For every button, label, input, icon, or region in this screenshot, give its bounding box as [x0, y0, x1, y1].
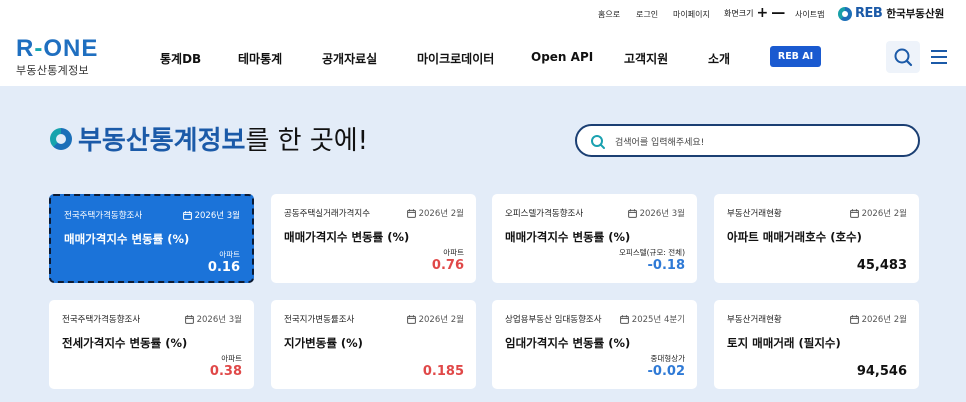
reb-logo-text: REB: [855, 6, 883, 21]
card-date-text: 2026년 2월: [861, 315, 907, 325]
card-date: 2026년 2월: [406, 207, 464, 219]
card-subcategory: 오피스텔(규모: 전체): [619, 248, 685, 257]
stat-card[interactable]: 부동산거래현황 2026년 2월토지 매매거래 (필지수) 94,546: [714, 300, 919, 389]
main-search-input[interactable]: 검색어를 입력해주세요!: [575, 124, 920, 157]
brand-swirl-icon: [50, 127, 72, 150]
main-header: R-ONE 부동산통계정보 통계DB 테마통계 공개자료실 마이크로데이터 Op…: [0, 28, 966, 86]
card-value: 94,546: [856, 364, 907, 379]
card-source: 공동주택실거래가격지수: [284, 209, 371, 219]
calendar-icon: [184, 314, 194, 324]
zoom-in-button[interactable]: +: [756, 6, 768, 20]
stat-card[interactable]: 부동산거래현황 2026년 2월아파트 매매거래호수 (호수) 45,483: [714, 194, 919, 283]
utility-bar: 홈으로 로그인 마이페이지 화면크기 + — 사이트맵 REB 한국부동산원: [0, 0, 966, 28]
card-title: 전세가격지수 변동률 (%): [62, 336, 188, 350]
stat-card[interactable]: 전국지가변동률조사 2026년 2월지가변동률 (%) 0.185: [271, 300, 476, 389]
card-title: 매매가격지수 변동률 (%): [284, 230, 410, 244]
nav-item-microdata[interactable]: 마이크로데이터: [417, 50, 494, 67]
card-value: 0.16: [207, 260, 240, 275]
calendar-icon: [406, 314, 416, 324]
card-value: 45,483: [856, 258, 907, 273]
nav-item-statsdb[interactable]: 통계DB: [160, 50, 201, 67]
card-source: 부동산거래현황: [727, 315, 782, 325]
hero-title-rest: 를 한 곳에!: [245, 126, 369, 156]
card-source: 전국주택가격동향조사: [64, 211, 143, 221]
nav-item-about[interactable]: 소개: [708, 50, 730, 67]
card-title: 지가변동률 (%): [284, 336, 363, 350]
card-title: 매매가격지수 변동률 (%): [64, 232, 190, 246]
card-subcategory: 아파트: [221, 354, 242, 363]
card-value: 0.76: [431, 258, 464, 273]
card-date-text: 2026년 2월: [861, 209, 907, 219]
nav-item-open-api[interactable]: Open API: [531, 50, 593, 64]
card-date: 2026년 2월: [406, 313, 464, 325]
stat-card[interactable]: 전국주택가격동향조사 2026년 3월전세가격지수 변동률 (%) 아파트 0.38: [49, 300, 254, 389]
card-source: 전국주택가격동향조사: [62, 315, 141, 325]
stat-card[interactable]: 오피스텔가격동향조사 2026년 3월매매가격지수 변동률 (%) 오피스텔(규모:…: [492, 194, 697, 283]
card-subcategory: 중대형상가: [650, 354, 686, 363]
search-icon: [894, 48, 913, 67]
org-name: 한국부동산원: [886, 8, 945, 20]
card-subcategory: 아파트: [443, 248, 464, 257]
card-title: 아파트 매매거래호수 (호수): [727, 230, 862, 244]
nav-item-public-archive[interactable]: 공개자료실: [322, 50, 377, 67]
card-date-text: 2025년 4분기: [631, 315, 685, 325]
card-source: 부동산거래현황: [727, 209, 782, 219]
card-date: 2025년 4분기: [619, 313, 685, 325]
card-value: -0.18: [647, 258, 685, 273]
header-search-button[interactable]: [886, 41, 920, 73]
card-date-text: 2026년 3월: [194, 211, 240, 221]
reb-logo-icon: [838, 6, 852, 21]
menu-button[interactable]: [922, 41, 956, 73]
nav-item-support[interactable]: 고객지원: [624, 50, 668, 67]
r-one-logo[interactable]: R-ONE 부동산통계정보: [16, 37, 98, 78]
zoom-control: 화면크기 + —: [724, 6, 785, 20]
calendar-icon: [849, 208, 859, 218]
card-date-text: 2026년 2월: [418, 209, 464, 219]
search-placeholder: 검색어를 입력해주세요!: [615, 138, 705, 148]
card-value: -0.02: [647, 364, 685, 379]
card-title: 매매가격지수 변동률 (%): [505, 230, 631, 244]
zoom-label: 화면크기: [724, 8, 754, 18]
card-date: 2026년 3월: [627, 207, 685, 219]
sitemap-link[interactable]: 사이트맵: [795, 9, 824, 20]
hamburger-menu-icon: [931, 50, 947, 64]
home-link[interactable]: 홈으로: [598, 9, 620, 20]
card-date: 2026년 3월: [182, 209, 240, 221]
card-subcategory: 아파트: [219, 250, 240, 259]
hero-title: 부동산통계정보 를 한 곳에!: [50, 120, 368, 157]
mypage-link[interactable]: 마이페이지: [673, 9, 710, 20]
calendar-icon: [406, 208, 416, 218]
calendar-icon: [627, 208, 637, 218]
hero-title-highlight: 부동산통계정보: [78, 126, 246, 156]
card-source: 상업용부동산 임대동향조사: [505, 315, 602, 325]
card-date-text: 2026년 3월: [639, 209, 685, 219]
card-date-text: 2026년 3월: [196, 315, 242, 325]
stat-card[interactable]: 전국주택가격동향조사 2026년 3월매매가격지수 변동률 (%) 아파트 0.16: [49, 194, 254, 283]
stat-card[interactable]: 상업용부동산 임대동향조사 2025년 4분기임대가격지수 변동률 (%) 중대형상…: [492, 300, 697, 389]
zoom-out-button[interactable]: —: [771, 6, 785, 20]
calendar-icon: [849, 314, 859, 324]
logo-main-text: R-ONE: [16, 35, 99, 62]
card-date: 2026년 3월: [184, 313, 242, 325]
card-date: 2026년 2월: [849, 207, 907, 219]
card-value: 0.185: [422, 364, 464, 379]
card-date: 2026년 2월: [849, 313, 907, 325]
stat-card[interactable]: 공동주택실거래가격지수 2026년 2월매매가격지수 변동률 (%) 아파트 0.76: [271, 194, 476, 283]
card-source: 오피스텔가격동향조사: [505, 209, 584, 219]
card-source: 전국지가변동률조사: [284, 315, 355, 325]
card-title: 토지 매매거래 (필지수): [727, 336, 841, 350]
reb-org-logo[interactable]: REB 한국부동산원: [838, 6, 944, 21]
calendar-icon: [182, 210, 192, 220]
logo-subtitle: 부동산통계정보: [16, 64, 89, 77]
nav-item-theme-stats[interactable]: 테마통계: [238, 50, 282, 67]
calendar-icon: [619, 314, 629, 324]
card-title: 임대가격지수 변동률 (%): [505, 336, 631, 350]
card-date-text: 2026년 2월: [418, 315, 464, 325]
search-icon: [591, 135, 605, 149]
card-value: 0.38: [209, 364, 242, 379]
reb-ai-button[interactable]: REB AI: [770, 46, 821, 67]
login-link[interactable]: 로그인: [636, 9, 658, 20]
